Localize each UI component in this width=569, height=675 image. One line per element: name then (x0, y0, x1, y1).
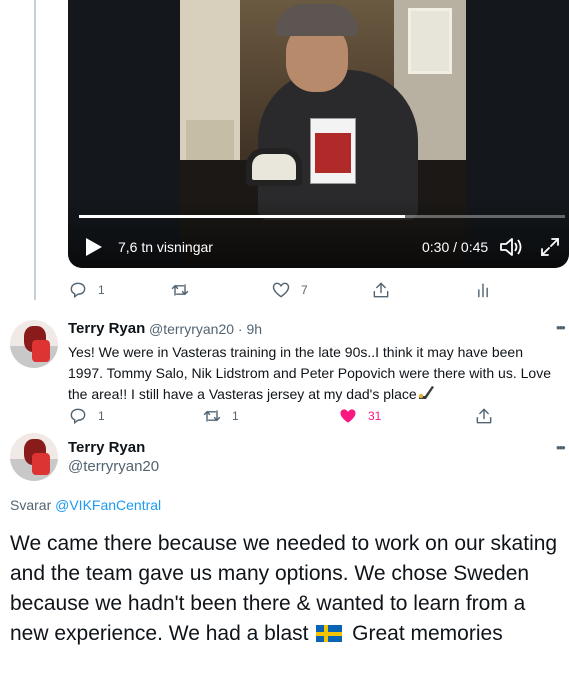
author-name[interactable]: Terry Ryan (68, 439, 145, 456)
author-name[interactable]: Terry Ryan (68, 320, 145, 337)
like-icon (272, 282, 290, 298)
retweet-count: 1 (232, 409, 239, 423)
like-button[interactable]: 31 (338, 406, 381, 426)
share-button[interactable] (371, 280, 391, 300)
author-handle[interactable]: @terryryan20 (68, 458, 159, 475)
thread-line (34, 0, 36, 300)
retweet-icon (203, 410, 221, 422)
analytics-icon (478, 283, 488, 298)
video-time: 0:30 / 0:45 (422, 239, 489, 255)
swedish-flag-icon (316, 625, 343, 642)
like-button[interactable]: 7 (271, 280, 308, 300)
more-icon[interactable]: ••• (556, 320, 566, 335)
fullscreen-icon (541, 238, 559, 256)
author-handle-time[interactable]: @terryryan20 · 9h (149, 321, 262, 337)
video-progress-bar[interactable] (79, 215, 565, 218)
reply-count: 1 (98, 283, 105, 297)
replying-to-handle[interactable]: @VIKFanCentral (55, 497, 161, 513)
share-icon (476, 408, 492, 424)
analytics-button[interactable] (473, 280, 493, 300)
like-icon (340, 409, 356, 423)
volume-button[interactable] (498, 234, 524, 260)
replying-to: Svarar @VIKFanCentral (10, 497, 162, 513)
video-progress-fill (79, 215, 405, 218)
hockey-emoji-icon (418, 386, 434, 399)
volume-icon (500, 238, 522, 256)
reply-line-3: the area!! I still have a Vasteras jerse… (68, 384, 435, 405)
reply-button[interactable]: 1 (68, 280, 105, 300)
retweet-icon (171, 284, 189, 296)
like-count: 31 (368, 409, 382, 423)
like-count: 7 (301, 283, 308, 297)
tweet-actions: 1 7 (68, 280, 508, 302)
retweet-button[interactable]: 1 (202, 406, 239, 426)
share-icon (373, 282, 389, 298)
tweet-text: We came there because we needed to work … (10, 532, 558, 645)
reply-actions: 1 1 31 (68, 406, 508, 428)
reply-count: 1 (98, 409, 105, 423)
reply-line-1: Yes! We were in Vasteras training in the… (68, 344, 523, 360)
play-icon (86, 238, 102, 256)
play-button[interactable] (82, 236, 106, 258)
share-button[interactable] (474, 406, 494, 426)
avatar[interactable] (10, 433, 58, 481)
avatar[interactable] (10, 320, 58, 368)
fullscreen-button[interactable] (538, 235, 562, 259)
reply-button[interactable]: 1 (68, 406, 105, 426)
reply-icon (70, 282, 86, 299)
video-player[interactable]: 7,6 tn visningar 0:30 / 0:45 (68, 0, 569, 268)
retweet-button[interactable] (170, 280, 190, 300)
reply-icon (70, 408, 86, 425)
more-icon[interactable]: ••• (556, 440, 566, 455)
reply-line-2: 1997. Tommy Salo, Nik Lidstrom and Peter… (68, 365, 551, 381)
view-count: 7,6 tn visningar (118, 239, 213, 255)
